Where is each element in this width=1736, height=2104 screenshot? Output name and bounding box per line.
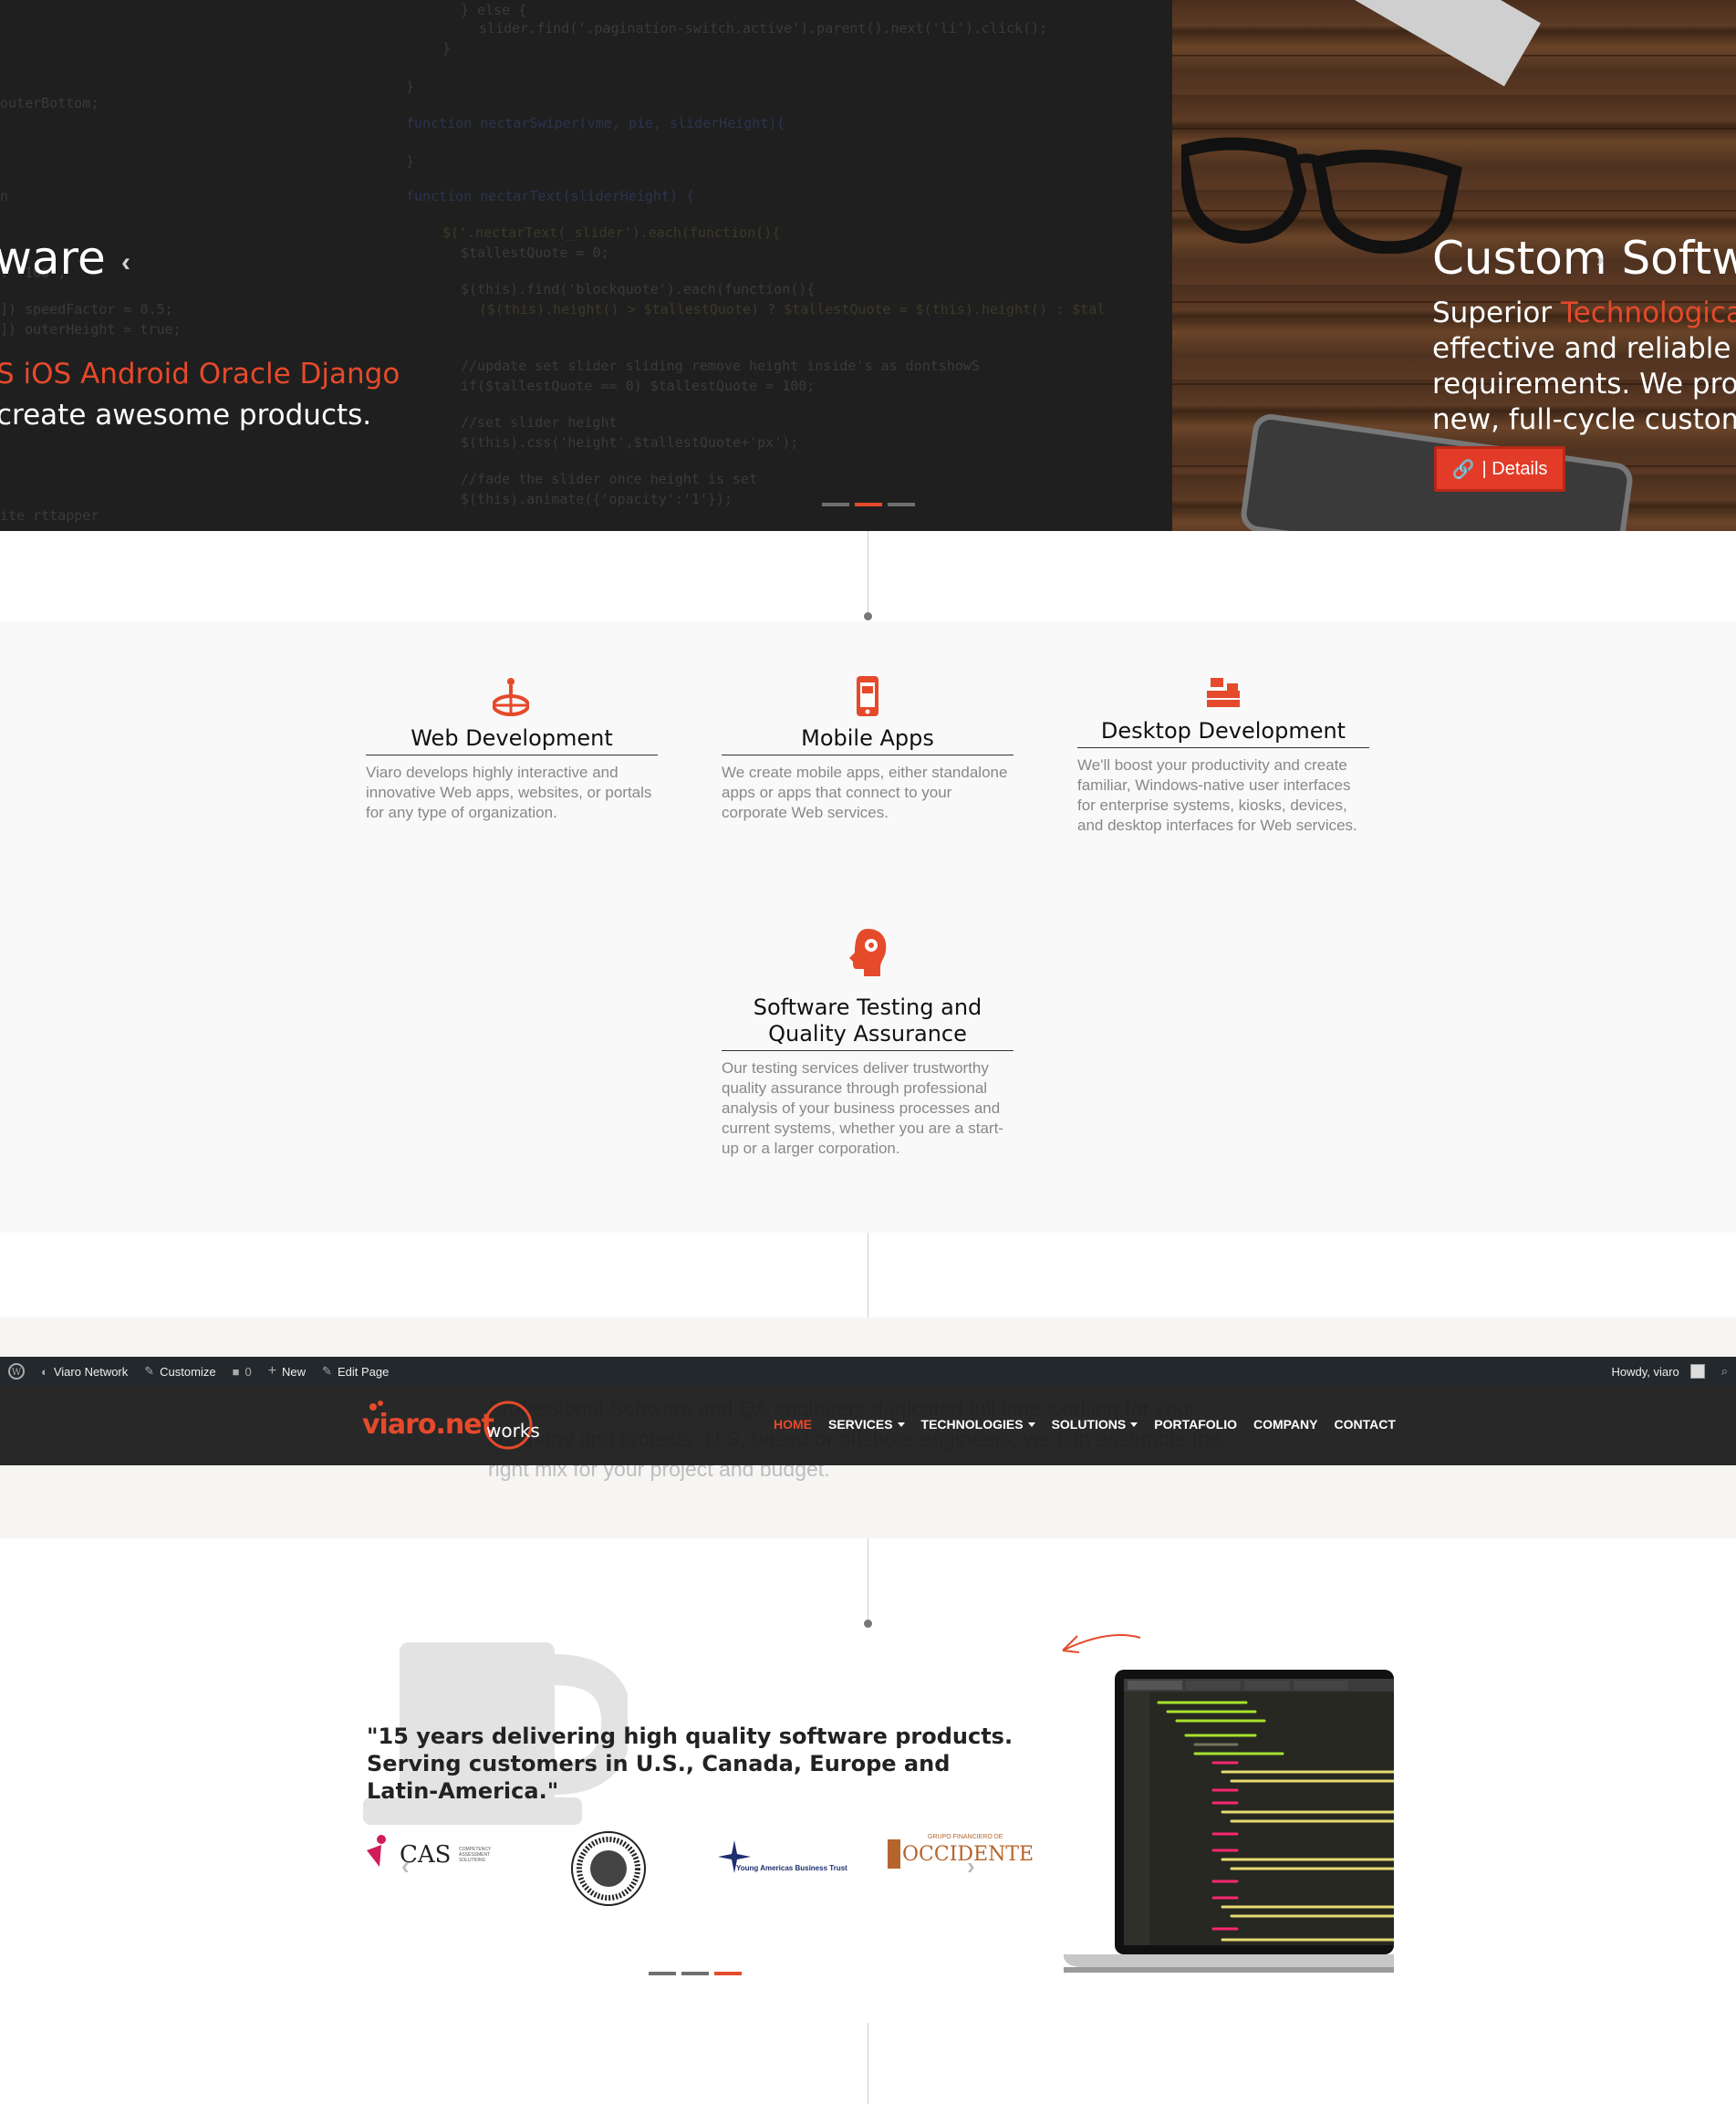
nav-item-company[interactable]: COMPANY	[1245, 1417, 1326, 1432]
pencil-icon: ✎	[322, 1364, 332, 1378]
chevron-left-icon[interactable]: ‹	[121, 247, 130, 278]
howdy-label: Howdy, viaro	[1611, 1364, 1679, 1379]
testimonial-pagination	[649, 1972, 742, 1975]
head-gear-icon	[849, 929, 887, 976]
service-description: Viaro develops highly interactive and in…	[366, 764, 652, 821]
details-button-label: | Details	[1481, 458, 1548, 479]
chevron-down-icon	[1130, 1422, 1138, 1427]
timeline-dot	[864, 612, 872, 620]
admin-new-link[interactable]: + New	[260, 1357, 314, 1386]
testimonial-dot-3[interactable]	[714, 1972, 742, 1975]
nav-label: PORTAFOLIO	[1154, 1417, 1237, 1432]
admin-edit-page-link[interactable]: ✎ Edit Page	[314, 1357, 397, 1386]
client-logo-cas: CAS COMPETENCY ASSESSMENT SOLUTIONS	[363, 1834, 509, 1870]
nav-label: SERVICES	[828, 1417, 893, 1432]
admin-edit-page-label: Edit Page	[337, 1364, 390, 1379]
nav-label: SOLUTIONS	[1051, 1417, 1127, 1432]
chevron-left-icon[interactable]: ‹	[401, 1852, 410, 1880]
hero-left-tech-line: S iOS Android Oracle Django	[0, 358, 400, 391]
admin-customize-label: Customize	[160, 1364, 216, 1379]
nav-label: CONTACT	[1334, 1417, 1396, 1432]
dashboard-icon: ◐	[41, 1364, 48, 1379]
hero-left-title: ware	[0, 232, 106, 285]
service-mobile-apps: Mobile Apps We create mobile apps, eithe…	[722, 674, 1014, 823]
timeline-dot	[864, 1620, 872, 1628]
nav-item-technologies[interactable]: TECHNOLOGIES	[913, 1417, 1044, 1432]
service-description: We'll boost your productivity and create…	[1077, 756, 1357, 834]
globe-person-icon	[493, 678, 529, 716]
smartphone-icon	[857, 676, 878, 716]
nav-menu: HOME SERVICES TECHNOLOGIES SOLUTIONS POR…	[765, 1417, 1404, 1432]
testimonial-quote: "15 years delivering high quality softwa…	[367, 1724, 1014, 1804]
admin-comments-link[interactable]: ■ 0	[224, 1357, 260, 1386]
hero-slider: } else { slider.find('.pagination-switch…	[0, 0, 1736, 531]
details-button[interactable]: 🔗 | Details	[1434, 446, 1565, 492]
client-tagline: COMPETENCY ASSESSMENT SOLUTIONS	[459, 1847, 492, 1863]
client-tagline: GRUPO FINANCIERO DE	[928, 1834, 1003, 1840]
services-section: Web Development Viaro develops highly in…	[0, 621, 1736, 1233]
viaro-logo[interactable]: viaro.net works	[362, 1396, 545, 1451]
arrow-sketch-icon	[1062, 1634, 1141, 1653]
nav-label: COMPANY	[1253, 1417, 1318, 1432]
client-logo-occidente: GRUPO FINANCIERO DE OCCIDENTE	[888, 1834, 1034, 1870]
hero-right-line3: requirements. We prov	[1432, 368, 1736, 401]
nav-item-home[interactable]: HOME	[765, 1417, 820, 1432]
service-testing-qa: Software Testing and Quality Assurance O…	[722, 927, 1014, 1159]
comment-icon: ■	[232, 1364, 240, 1379]
plus-icon: +	[267, 1363, 277, 1379]
client-logo-young-americas: Young Americas Business Trust	[716, 1838, 847, 1875]
chevron-down-icon	[897, 1422, 905, 1427]
logo-suffix: works	[486, 1420, 540, 1442]
service-description: We create mobile apps, either standalone…	[722, 764, 1008, 821]
chevron-right-icon[interactable]: ›	[967, 1852, 975, 1880]
service-description: Our testing services deliver trustworthy…	[722, 1059, 1003, 1157]
link-icon: 🔗	[1451, 459, 1475, 480]
hero-pagination	[822, 503, 915, 506]
hero-right-title: Custom Softwa	[1432, 232, 1736, 285]
hero-right-line2: effective and reliable p	[1432, 332, 1736, 365]
nav-label: TECHNOLOGIES	[920, 1417, 1024, 1432]
testimonial-dot-1[interactable]	[649, 1972, 676, 1975]
nav-label: HOME	[774, 1417, 812, 1432]
service-desktop-development: Desktop Development We'll boost your pro…	[1077, 674, 1369, 836]
hero-right-line1: Superior Technologica	[1432, 297, 1736, 329]
svg-text:W: W	[12, 1368, 22, 1378]
desktop-workstation-icon	[1207, 678, 1240, 707]
nav-item-services[interactable]: SERVICES	[820, 1417, 913, 1432]
avatar	[1689, 1364, 1705, 1379]
admin-network-label: Viaro Network	[53, 1364, 129, 1379]
hero-right-line4: new, full-cycle customi	[1432, 403, 1736, 436]
chevron-down-icon	[1027, 1422, 1035, 1427]
hero-dot-1[interactable]	[822, 503, 849, 506]
laptop-code-image	[1064, 1670, 1394, 1973]
logo-text: viaro.net	[362, 1409, 494, 1441]
admin-network-link[interactable]: ◐ Viaro Network	[33, 1357, 136, 1386]
service-title: Software Testing and Quality Assurance	[722, 995, 1014, 1051]
admin-customize-link[interactable]: ✎ Customize	[136, 1357, 223, 1386]
nav-item-contact[interactable]: CONTACT	[1326, 1417, 1404, 1432]
admin-comments-count: 0	[244, 1364, 252, 1379]
service-web-development: Web Development Viaro develops highly in…	[366, 674, 658, 823]
chevron-right-icon[interactable]: ›	[1596, 247, 1604, 273]
client-logo-university-seal	[571, 1831, 646, 1906]
brush-icon: ✎	[144, 1364, 155, 1378]
service-title: Desktop Development	[1077, 718, 1369, 748]
hero-dot-2[interactable]	[855, 503, 882, 506]
admin-account-menu[interactable]: Howdy, viaro	[1604, 1357, 1713, 1386]
testimonial-dot-2[interactable]	[681, 1972, 709, 1975]
service-title: Web Development	[366, 725, 658, 755]
wordpress-logo-icon[interactable]: W	[0, 1357, 33, 1386]
client-name: Young Americas Business Trust	[736, 1864, 847, 1872]
admin-new-label: New	[282, 1364, 307, 1379]
wp-admin-bar: W ◐ Viaro Network ✎ Customize ■ 0 + New …	[0, 1357, 1736, 1386]
hero-left-tagline: create awesome products.	[0, 399, 372, 432]
hero-slide-code-background: } else { slider.find('.pagination-switch…	[0, 0, 1172, 531]
search-icon[interactable]: ⌕	[1713, 1357, 1736, 1386]
book-image	[1315, 0, 1541, 87]
service-title: Mobile Apps	[722, 725, 1014, 755]
hero-dot-3[interactable]	[888, 503, 915, 506]
nav-item-portafolio[interactable]: PORTAFOLIO	[1146, 1417, 1245, 1432]
nav-item-solutions[interactable]: SOLUTIONS	[1044, 1417, 1147, 1432]
